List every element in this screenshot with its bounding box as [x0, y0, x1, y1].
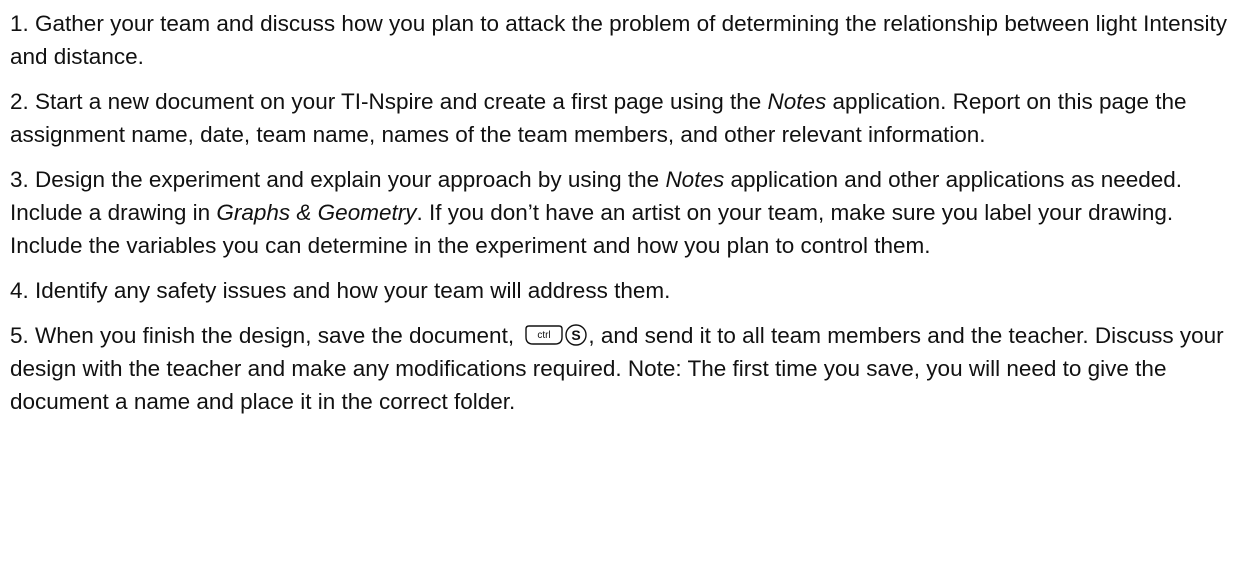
step-number: 1.: [10, 11, 29, 36]
step-text: Design the experiment and explain your a…: [35, 167, 666, 192]
s-key-label: S: [572, 327, 581, 343]
step-text: Start a new document on your TI-Nspire a…: [35, 89, 768, 114]
step-3: 3. Design the experiment and explain you…: [10, 163, 1250, 262]
s-key-icon: S: [564, 324, 588, 346]
step-1: 1. Gather your team and discuss how you …: [10, 7, 1250, 73]
step-5: 5. When you finish the design, save the …: [10, 319, 1250, 418]
graphs-geometry-app-name: Graphs & Geometry: [216, 200, 417, 225]
step-number: 3.: [10, 167, 29, 192]
notes-app-name: Notes: [665, 167, 725, 192]
step-text: Identify any safety issues and how your …: [35, 278, 671, 303]
ctrl-key-label: ctrl: [538, 330, 551, 341]
notes-app-name: Notes: [767, 89, 827, 114]
step-number: 5.: [10, 323, 29, 348]
instructions-document: 1. Gather your team and discuss how you …: [10, 7, 1250, 430]
step-number: 2.: [10, 89, 29, 114]
ctrl-key-icon: ctrl: [524, 324, 564, 346]
step-text: When you finish the design, save the doc…: [35, 323, 521, 348]
step-2: 2. Start a new document on your TI-Nspir…: [10, 85, 1250, 151]
step-number: 4.: [10, 278, 29, 303]
step-4: 4. Identify any safety issues and how yo…: [10, 274, 1250, 307]
step-text: Gather your team and discuss how you pla…: [10, 11, 1227, 69]
